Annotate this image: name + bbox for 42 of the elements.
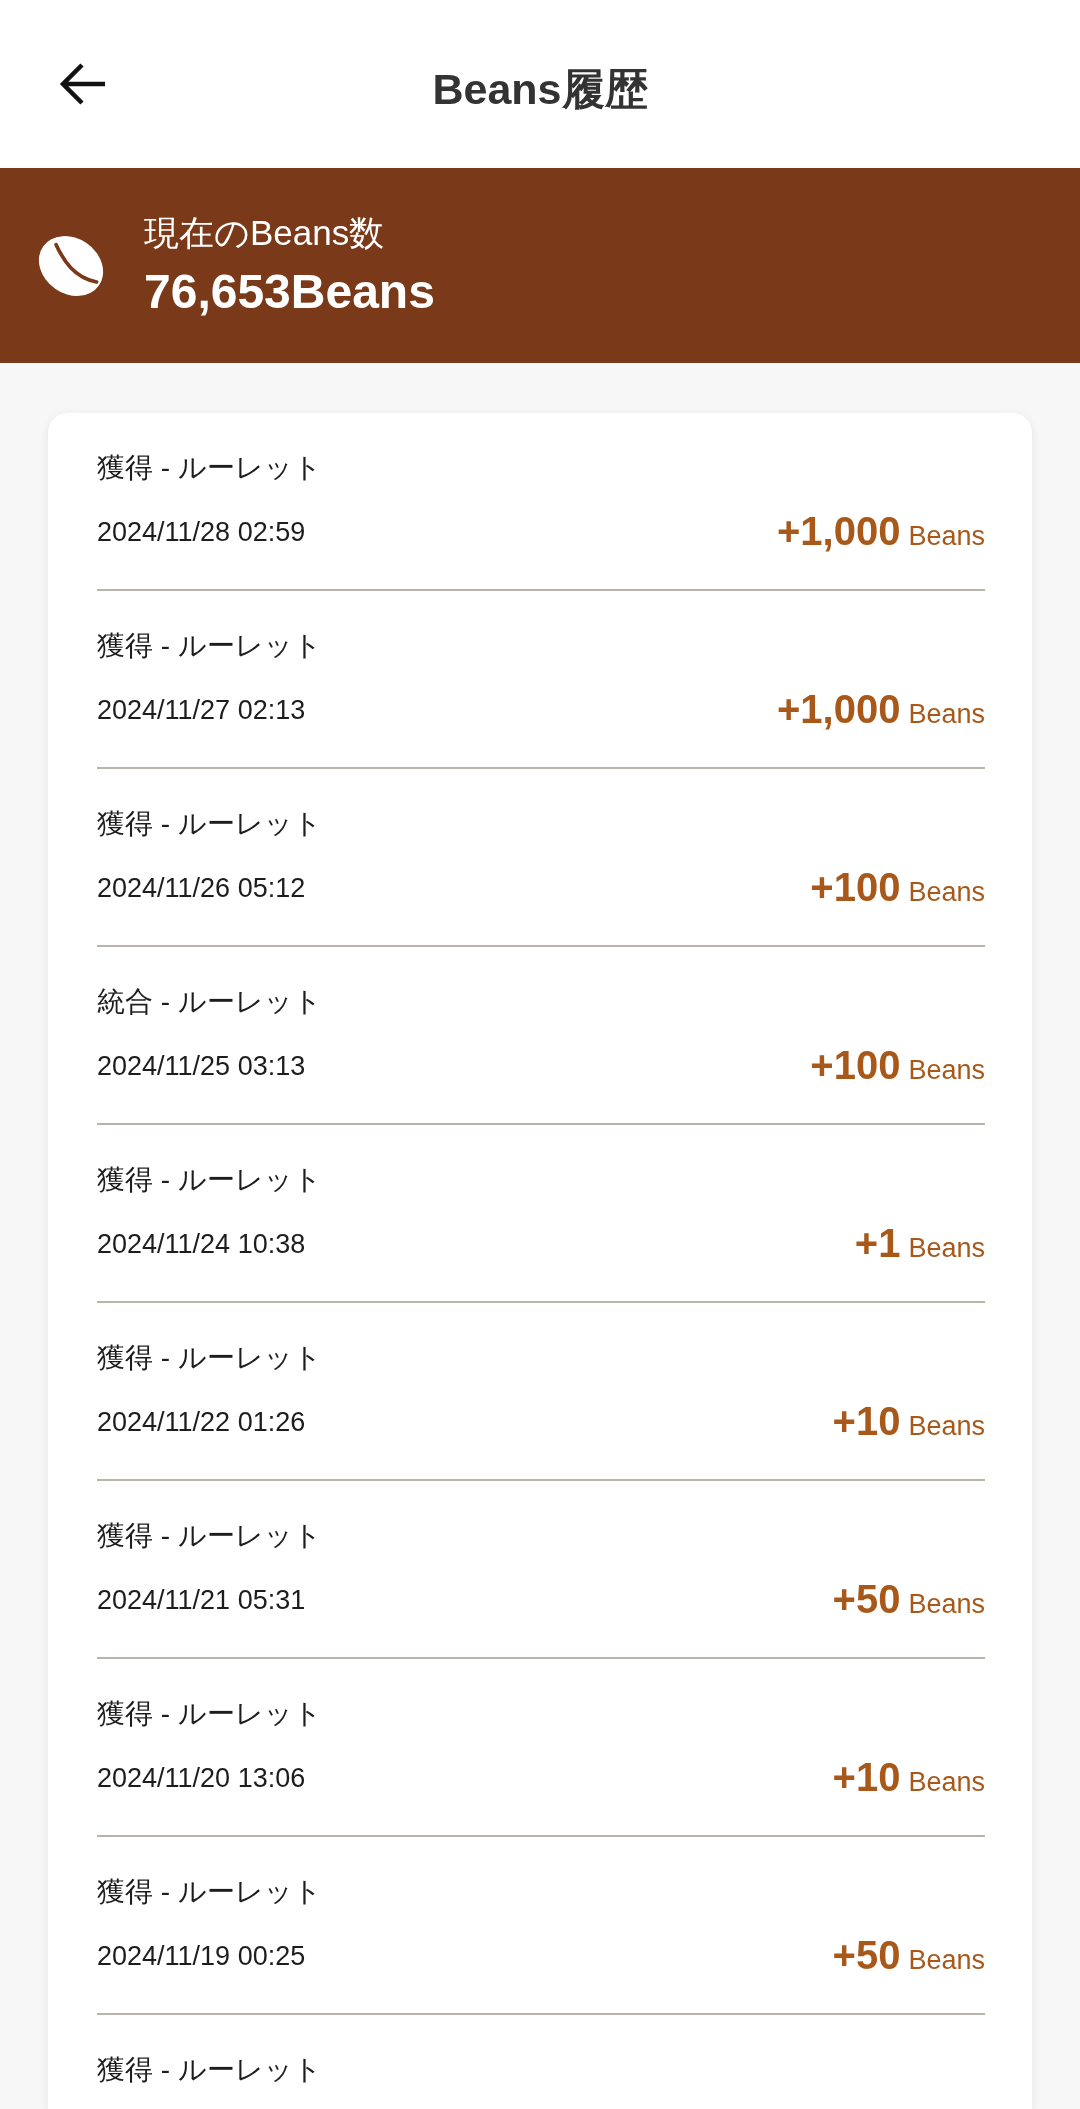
entry-title: 獲得 - ルーレット [97, 451, 323, 485]
balance-value: 76,653Beans [144, 263, 435, 320]
entry-date: 2024/11/20 13:06 [97, 1762, 306, 1795]
entry-title: 獲得 - ルーレット [97, 1163, 323, 1197]
entry-date: 2024/11/28 02:59 [97, 516, 306, 549]
entry-amount: +100 [810, 867, 901, 907]
entry-amount: +50 [832, 1935, 901, 1975]
entry-unit: Beans [908, 1054, 985, 1087]
entry-unit: Beans [908, 1232, 985, 1265]
entry-date: 2024/11/21 05:31 [97, 1584, 306, 1617]
entry-amount: +1 [854, 1223, 901, 1263]
entry-title: 統合 - ルーレット [97, 985, 323, 1019]
entry-unit: Beans [908, 1766, 985, 1799]
entry-title: 獲得 - ルーレット [97, 1519, 323, 1553]
entry-amount: +10 [832, 1757, 901, 1797]
entry-amount: +1,000 [776, 511, 901, 551]
entry-date: 2024/11/19 00:25 [97, 1940, 306, 1973]
entry-unit: Beans [908, 1410, 985, 1443]
balance-label: 現在のBeans数 [144, 211, 386, 254]
entry-amount: +1,000 [776, 689, 901, 729]
entry-date: 2024/11/26 05:12 [97, 872, 306, 905]
entry-unit: Beans [908, 1944, 985, 1977]
entry-title: 獲得 - ルーレット [97, 629, 323, 663]
entry-unit: Beans [908, 520, 985, 553]
entry-title: 獲得 - ルーレット [97, 2053, 323, 2087]
back-arrow-icon [59, 62, 107, 106]
entry-title: 獲得 - ルーレット [97, 1697, 323, 1731]
entry-date: 2024/11/22 01:26 [97, 1406, 306, 1439]
entry-unit: Beans [908, 1588, 985, 1621]
entry-amount: +100 [810, 1045, 901, 1085]
entry-amount: +10 [832, 1401, 901, 1441]
entry-title: 獲得 - ルーレット [97, 1341, 323, 1375]
entry-amount: +50 [832, 1579, 901, 1619]
entry-date: 2024/11/27 02:13 [97, 694, 306, 727]
page-title: Beans履歴 [432, 64, 648, 115]
entry-unit: Beans [908, 698, 985, 731]
entry-unit: Beans [908, 876, 985, 909]
entry-title: 獲得 - ルーレット [97, 807, 323, 841]
entry-date: 2024/11/25 03:13 [97, 1050, 306, 1083]
entry-date: 2024/11/24 10:38 [97, 1228, 306, 1261]
entry-title: 獲得 - ルーレット [97, 1875, 323, 1909]
coffee-bean-icon [38, 234, 104, 297]
